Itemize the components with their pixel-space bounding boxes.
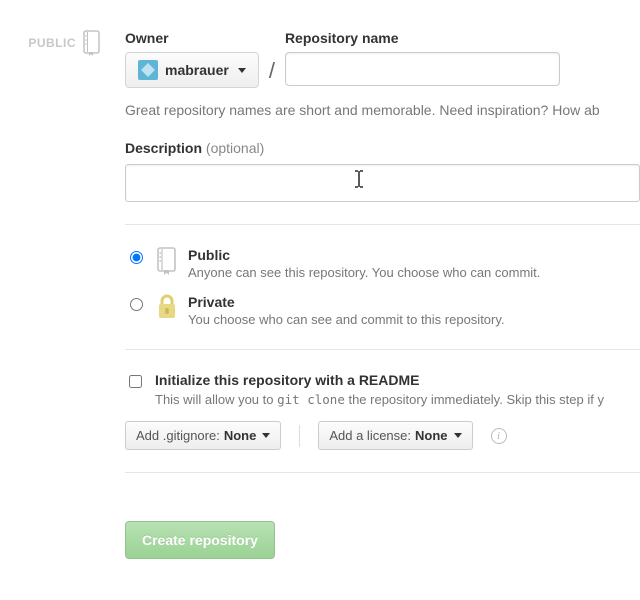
- description-input[interactable]: [125, 164, 640, 202]
- gitignore-select[interactable]: Add .gitignore: None: [125, 421, 281, 450]
- name-hint: Great repository names are short and mem…: [125, 102, 640, 118]
- repo-name-input[interactable]: [285, 52, 560, 86]
- owner-selected: mabrauer: [165, 62, 229, 78]
- readme-label: Initialize this repository with a README: [155, 372, 419, 388]
- owner-label: Owner: [125, 30, 259, 46]
- info-icon[interactable]: i: [491, 428, 507, 444]
- divider-vertical: [299, 425, 300, 447]
- gitignore-value: None: [224, 428, 257, 443]
- separator-slash: /: [269, 58, 275, 84]
- visibility-public-option[interactable]: Public Anyone can see this repository. Y…: [125, 247, 640, 280]
- visibility-private-option[interactable]: Private You choose who can see and commi…: [125, 294, 640, 327]
- owner-select[interactable]: mabrauer: [125, 52, 259, 88]
- optional-label: (optional): [206, 140, 264, 156]
- owner-avatar-icon: [138, 60, 158, 80]
- gitignore-label: Add .gitignore:: [136, 428, 220, 443]
- license-select[interactable]: Add a license: None: [318, 421, 472, 450]
- create-repository-button[interactable]: Create repository: [125, 521, 275, 559]
- private-title: Private: [188, 294, 505, 310]
- public-desc: Anyone can see this repository. You choo…: [188, 265, 540, 280]
- public-title: Public: [188, 247, 540, 263]
- divider: [125, 224, 640, 225]
- repo-public-icon: [156, 247, 178, 278]
- readme-checkbox[interactable]: [129, 375, 142, 388]
- public-badge: PUBLIC: [28, 36, 76, 50]
- lock-icon: [156, 294, 178, 323]
- chevron-down-icon: [454, 433, 462, 438]
- chevron-down-icon: [238, 68, 246, 73]
- license-label: Add a license:: [329, 428, 411, 443]
- divider: [125, 349, 640, 350]
- private-radio[interactable]: [130, 298, 143, 311]
- readme-desc: This will allow you to git clone the rep…: [155, 392, 604, 407]
- description-label: Description: [125, 140, 202, 156]
- chevron-down-icon: [262, 433, 270, 438]
- license-value: None: [415, 428, 448, 443]
- divider: [125, 472, 640, 473]
- repo-name-label: Repository name: [285, 30, 560, 46]
- repo-icon: [82, 30, 102, 56]
- private-desc: You choose who can see and commit to thi…: [188, 312, 505, 327]
- public-radio[interactable]: [130, 251, 143, 264]
